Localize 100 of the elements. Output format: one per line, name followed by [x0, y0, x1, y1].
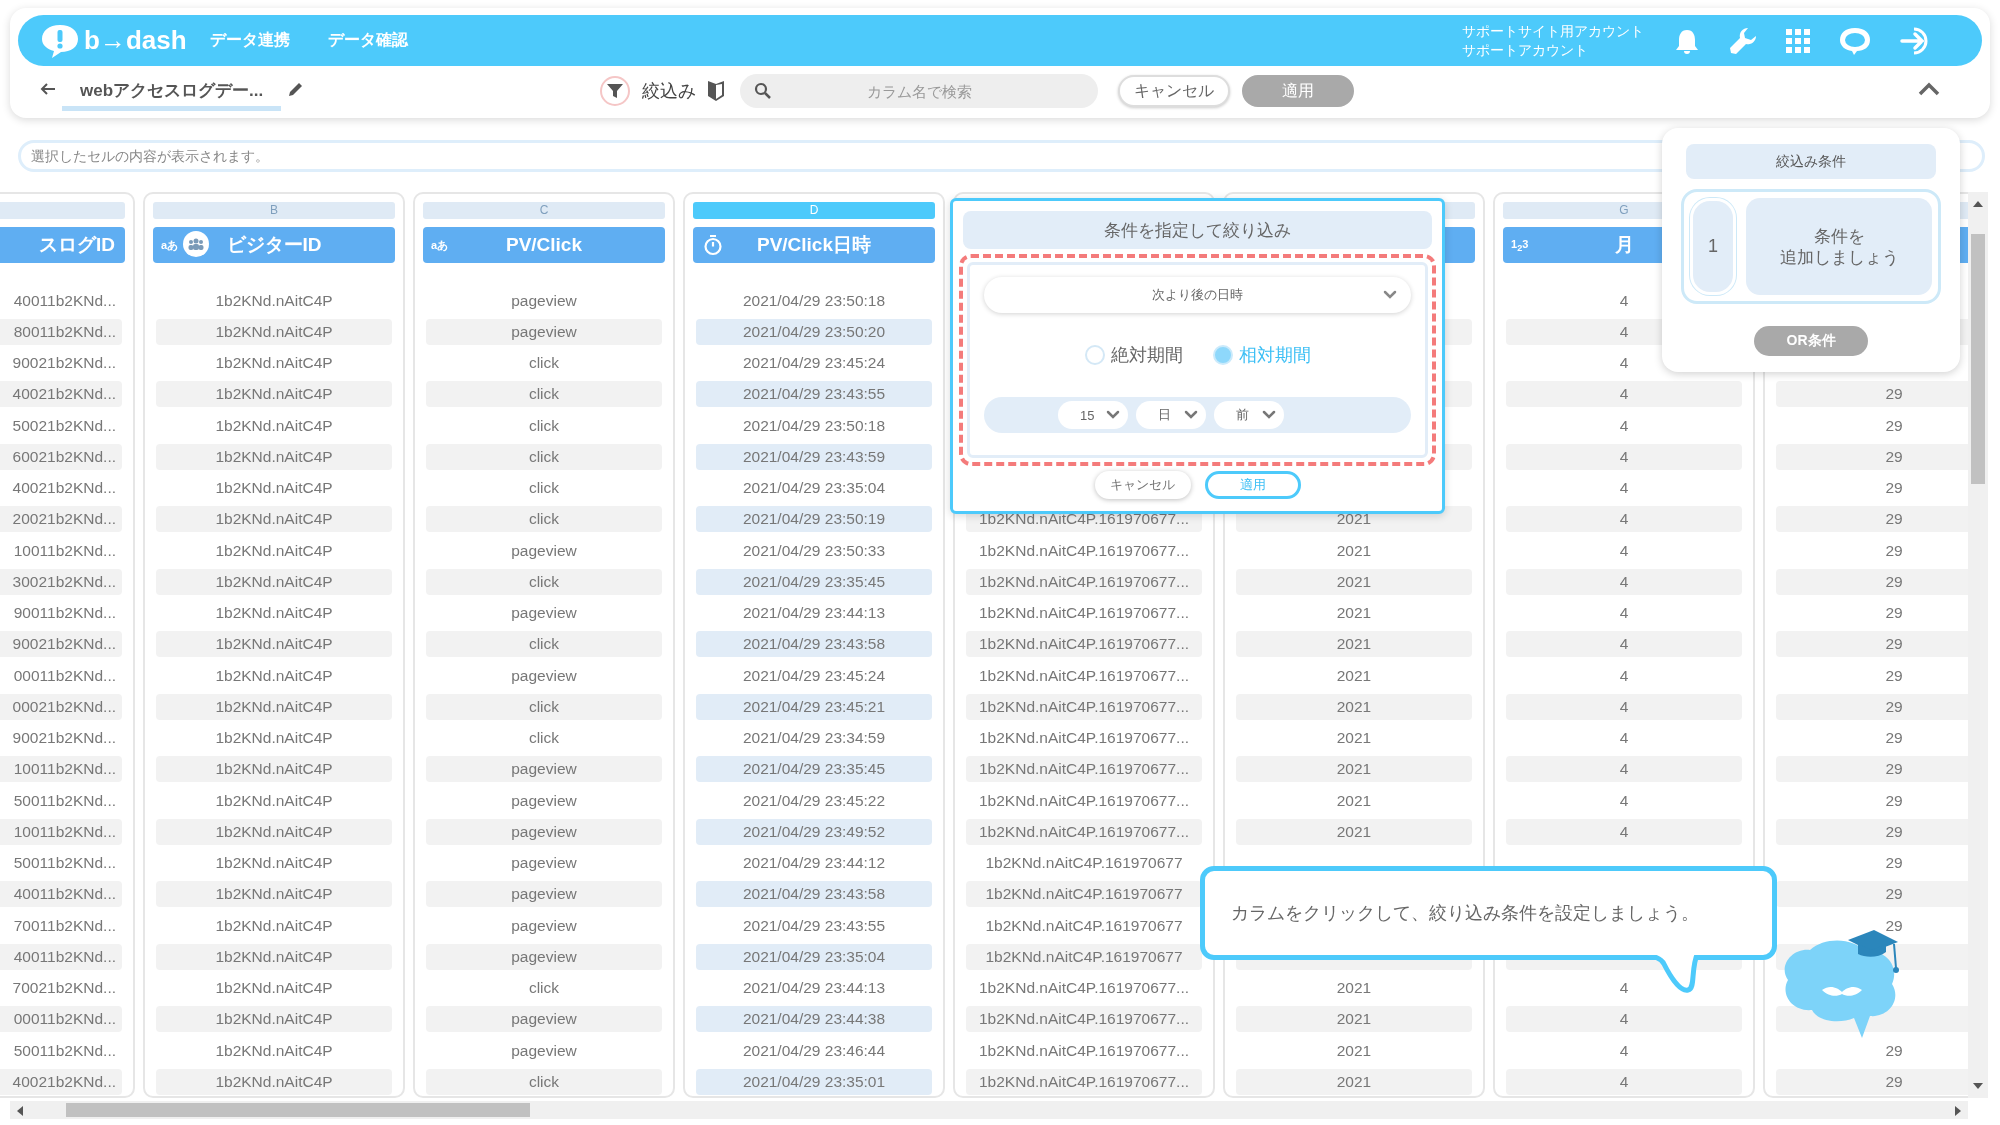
type-label: aあ [431, 238, 449, 253]
table-cell: 1b2KNd.nAitC4P.161970677... [966, 818, 1202, 845]
table-cell-text: 29 [1884, 1040, 1904, 1061]
table-cell: 2021 [1236, 756, 1472, 783]
logo-icon[interactable] [40, 22, 80, 59]
table-cell-text: 2021/04/29 23:50:33 [741, 540, 887, 561]
nav-link[interactable]: データ確認 [328, 30, 408, 51]
radio-option[interactable]: 相対期間 [1212, 343, 1311, 367]
table-cell: 4 [1506, 756, 1742, 783]
table-cell-text: 4 [1618, 790, 1630, 811]
column-header[interactable]: aあ ビジターID [153, 227, 395, 263]
column-header[interactable]: PV/Click日時 [693, 227, 935, 263]
value-select[interactable]: 日 [1136, 401, 1206, 429]
table-cell: 80011b2KNd... [0, 318, 122, 345]
table-cell-text: 2021 [1335, 540, 1373, 561]
table-cell: 60021b2KNd... [0, 443, 122, 470]
vertical-scrollbar[interactable] [1968, 192, 1988, 1098]
table-cell: 2021/04/29 23:35:04 [696, 943, 932, 970]
table-cell: 1b2KNd.nAitC4P.161970677... [966, 568, 1202, 595]
scroll-left-icon[interactable] [16, 1106, 24, 1116]
toolbar-button[interactable]: キャンセル [1118, 75, 1231, 107]
table-cell: 10011b2KNd... [0, 756, 122, 783]
mascot-icon[interactable] [1838, 25, 1872, 56]
condition-card[interactable]: 1 条件を 追加しましょう [1681, 189, 1941, 304]
table-cell: 1b2KNd.nAitC4P.161970677... [966, 1068, 1202, 1095]
table-cell: 1b2KNd.nAitC4P.161970677... [966, 756, 1202, 783]
table-cell-text: pageview [510, 665, 578, 686]
grid-icon[interactable] [1786, 28, 1810, 53]
table-cell-text: 1b2KNd.nAitC4P.161970677... [978, 728, 1190, 749]
condition-dropdown[interactable]: 次より後の日時 [984, 277, 1411, 313]
table-cell-text: 1b2KNd.nAitC4P.161970677... [978, 603, 1190, 624]
panel-title: 絞込み条件 [1686, 144, 1936, 179]
table-cell-text: pageview [510, 603, 578, 624]
table-cell: click [426, 631, 662, 658]
scrollbar-thumb[interactable] [1971, 234, 1985, 484]
popup-button[interactable]: キャンセル [1094, 471, 1191, 499]
table-cell: 00021b2KNd... [0, 693, 122, 720]
table-cell-text: 50021b2KNd... [11, 415, 117, 436]
scrollbar-thumb[interactable] [66, 1103, 530, 1117]
table-cell: 4 [1506, 631, 1742, 658]
table-cell: 20021b2KNd... [0, 506, 122, 533]
table-cell: 40011b2KNd... [0, 943, 122, 970]
table-cell-text: pageview [510, 540, 578, 561]
scroll-up-icon[interactable] [1973, 200, 1983, 208]
table-cell: 2021 [1236, 1006, 1472, 1033]
table-cell: 1b2KNd.nAitC4P [156, 1006, 392, 1033]
table-cell-text: 90011b2KNd... [12, 603, 117, 624]
table-cell: 1b2KNd.nAitC4P [156, 443, 392, 470]
table-cell-text: 1b2KNd.nAitC4P.161970677 [984, 915, 1184, 936]
search-field[interactable]: カラム名で検索 [740, 74, 1099, 108]
filter-icon[interactable] [606, 82, 625, 100]
table-cell: 10011b2KNd... [0, 818, 122, 845]
table-cell-text: 50011b2KNd... [12, 790, 117, 811]
table-cell-text: 1b2KNd.nAitC4P [214, 915, 334, 936]
scroll-right-icon[interactable] [1954, 1106, 1962, 1116]
table-cell-text: 2021/04/29 23:43:55 [741, 915, 887, 936]
table-cell: 1b2KNd.nAitC4P.161970677... [966, 631, 1202, 658]
column-header[interactable]: スログID [0, 227, 125, 263]
table-cell-text: 1b2KNd.nAitC4P.161970677... [978, 1040, 1190, 1061]
table-cell-text: 1b2KNd.nAitC4P [214, 415, 334, 436]
table-cell: 30021b2KNd... [0, 568, 122, 595]
column-letter-bar[interactable]: D [693, 202, 935, 219]
collapse-icon[interactable] [1918, 82, 1940, 96]
back-icon[interactable] [40, 82, 56, 96]
value-select[interactable]: 15 [1058, 401, 1128, 429]
column-letter-bar[interactable]: C [423, 202, 665, 219]
table-cell-text: 4 [1618, 1040, 1630, 1061]
horizontal-scrollbar[interactable] [10, 1101, 1968, 1119]
scroll-down-icon[interactable] [1973, 1082, 1983, 1090]
condition-placeholder: 条件を [1813, 225, 1865, 247]
radio-option[interactable]: 絶対期間 [1084, 343, 1183, 367]
value-select[interactable]: 前 [1214, 401, 1284, 429]
table-cell: 29 [1776, 756, 1968, 783]
column-header[interactable]: aあ PV/Click [423, 227, 665, 263]
chevron-down-icon [1262, 410, 1276, 420]
table-cell-text: 2021/04/29 23:44:13 [741, 603, 887, 624]
popup-button[interactable]: 適用 [1204, 471, 1301, 499]
table-cell-text: pageview [510, 853, 578, 874]
table-cell-text: 00011b2KNd... [12, 665, 117, 686]
table-cell: 4 [1506, 381, 1742, 408]
table-cell: 29 [1776, 881, 1968, 908]
table-cell: 1b2KNd.nAitC4P.161970677... [966, 1006, 1202, 1033]
table-cell: click [426, 506, 662, 533]
nav-link[interactable]: データ連携 [210, 30, 290, 51]
table-cell: 29 [1776, 818, 1968, 845]
table-cell-text: 4 [1618, 665, 1630, 686]
table-cell-text: 4 [1618, 540, 1630, 561]
logo-text: b→dash [84, 25, 187, 56]
table-cell-text: 2021 [1335, 728, 1373, 749]
table-cell: 29 [1776, 631, 1968, 658]
column-letter-bar[interactable]: B [153, 202, 395, 219]
table-cell: 2021/04/29 23:35:01 [696, 1068, 932, 1095]
popup-title: 条件を指定して絞り込み [963, 211, 1432, 249]
table-cell: 1b2KNd.nAitC4P [156, 381, 392, 408]
table-cell: click [426, 443, 662, 470]
table-cell: 4 [1506, 506, 1742, 533]
bookmark-icon[interactable] [706, 79, 727, 103]
wrench-icon[interactable] [1728, 25, 1758, 56]
table-cell-text: 2021/04/29 23:45:24 [741, 353, 887, 374]
table-cell: 29 [1776, 506, 1968, 533]
